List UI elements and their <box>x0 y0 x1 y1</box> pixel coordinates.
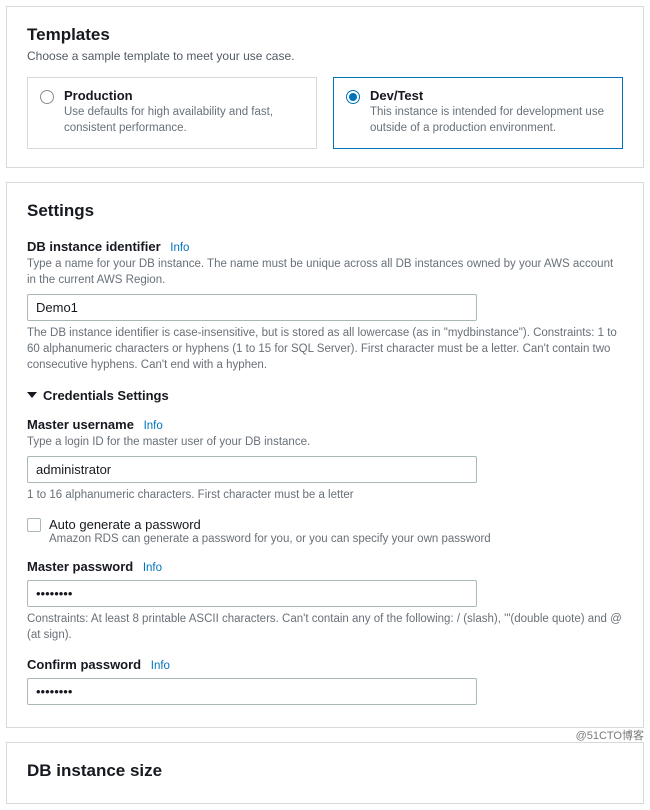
info-link[interactable]: Info <box>151 660 170 672</box>
credentials-header[interactable]: Credentials Settings <box>27 388 623 403</box>
db-identifier-desc: Type a name for your DB instance. The na… <box>27 256 623 288</box>
caret-down-icon <box>27 392 37 398</box>
master-password-label: Master password <box>27 559 133 574</box>
template-card-title: Production <box>64 88 304 103</box>
template-card-desc: Use defaults for high availability and f… <box>64 105 304 136</box>
watermark: @51CTO博客 <box>576 727 644 743</box>
db-identifier-input[interactable] <box>27 294 477 321</box>
credentials-header-label: Credentials Settings <box>43 388 169 403</box>
templates-title: Templates <box>27 25 623 45</box>
db-identifier-hint: The DB instance identifier is case-insen… <box>27 325 623 373</box>
master-username-desc: Type a login ID for the master user of y… <box>27 434 623 450</box>
master-password-block: Master password Info Constraints: At lea… <box>27 559 623 643</box>
master-password-hint: Constraints: At least 8 printable ASCII … <box>27 611 623 643</box>
radio-devtest[interactable] <box>346 90 360 104</box>
master-username-block: Master username Info Type a login ID for… <box>27 417 623 503</box>
instance-size-title: DB instance size <box>27 761 623 781</box>
templates-row: Production Use defaults for high availab… <box>27 77 623 149</box>
instance-size-panel: DB instance size <box>6 742 644 804</box>
db-identifier-label: DB instance identifier <box>27 239 161 254</box>
autogen-label: Auto generate a password <box>49 517 491 532</box>
confirm-password-block: Confirm password Info <box>27 657 623 705</box>
info-link[interactable]: Info <box>144 420 163 432</box>
autogen-checkbox[interactable] <box>27 518 41 532</box>
template-card-title: Dev/Test <box>370 88 610 103</box>
db-identifier-block: DB instance identifier Info Type a name … <box>27 239 623 373</box>
master-username-input[interactable] <box>27 456 477 483</box>
template-card-desc: This instance is intended for developmen… <box>370 105 610 136</box>
confirm-password-input[interactable] <box>27 678 477 705</box>
settings-title: Settings <box>27 201 623 221</box>
info-link[interactable]: Info <box>170 242 189 254</box>
template-card-devtest[interactable]: Dev/Test This instance is intended for d… <box>333 77 623 149</box>
radio-production[interactable] <box>40 90 54 104</box>
master-password-input[interactable] <box>27 580 477 607</box>
autogen-row: Auto generate a password Amazon RDS can … <box>27 517 623 545</box>
settings-panel: Settings DB instance identifier Info Typ… <box>6 182 644 728</box>
master-username-label: Master username <box>27 417 134 432</box>
confirm-password-label: Confirm password <box>27 657 141 672</box>
template-card-production[interactable]: Production Use defaults for high availab… <box>27 77 317 149</box>
templates-subtitle: Choose a sample template to meet your us… <box>27 49 623 63</box>
autogen-desc: Amazon RDS can generate a password for y… <box>49 533 491 545</box>
templates-panel: Templates Choose a sample template to me… <box>6 6 644 168</box>
master-username-hint: 1 to 16 alphanumeric characters. First c… <box>27 487 623 503</box>
info-link[interactable]: Info <box>143 562 162 574</box>
